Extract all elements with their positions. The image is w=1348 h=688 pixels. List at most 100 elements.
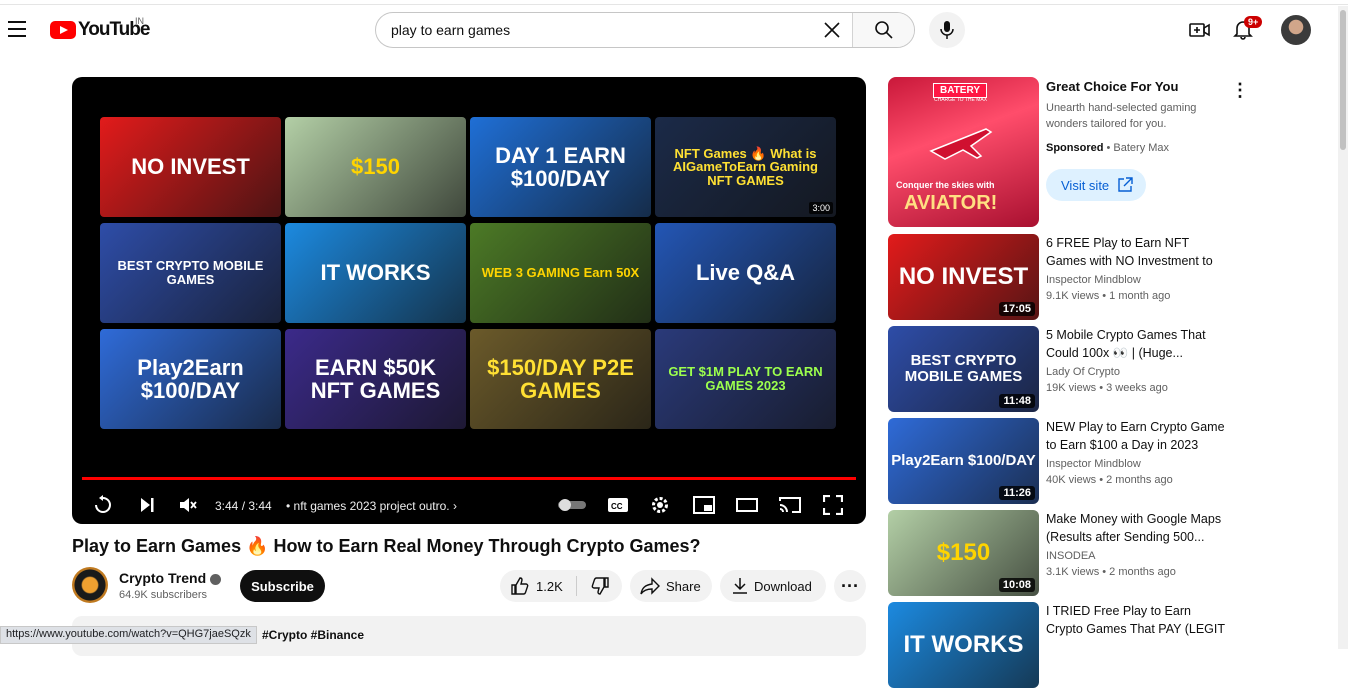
- ad-thumbnail[interactable]: BATERY CHARGE TO THE MAX Conquer the ski…: [888, 77, 1039, 227]
- share-button[interactable]: Share: [630, 570, 712, 602]
- airplane-icon: [929, 128, 993, 160]
- progress-bar[interactable]: [82, 477, 856, 480]
- endscreen-video-tile[interactable]: Live Q&A: [655, 223, 836, 323]
- recommended-title[interactable]: 6 FREE Play to Earn NFT Games with NO In…: [1046, 234, 1231, 270]
- like-count: 1.2K: [536, 578, 563, 594]
- download-button[interactable]: Download: [720, 570, 826, 602]
- settings-button[interactable]: [648, 493, 672, 517]
- scrollbar-thumb[interactable]: [1340, 10, 1346, 150]
- miniplayer-icon: [693, 496, 715, 514]
- endscreen-tile-text: Live Q&A: [695, 260, 796, 286]
- notification-count-badge: 9+: [1244, 16, 1263, 28]
- ad-tagline: CHARGE TO THE MAX: [934, 97, 988, 103]
- endscreen-tile-text: EARN $50K NFT GAMES: [310, 354, 441, 403]
- channel-avatar[interactable]: [72, 567, 108, 603]
- player-controls: 3:44 / 3:44 • nft games 2023 project out…: [72, 485, 866, 524]
- recommended-thumbnail[interactable]: $150 10:08: [888, 510, 1039, 596]
- captions-button[interactable]: CC: [606, 493, 630, 517]
- subscribe-button[interactable]: Subscribe: [240, 570, 325, 602]
- fullscreen-button[interactable]: [821, 493, 845, 517]
- thumbnail-text: IT WORKS: [903, 631, 1024, 659]
- youtube-play-icon: [50, 21, 76, 39]
- endscreen-video-tile[interactable]: EARN $50K NFT GAMES: [285, 329, 466, 429]
- endscreen-video-tile[interactable]: IT WORKS: [285, 223, 466, 323]
- microphone-icon: [940, 21, 954, 39]
- description-hashtags[interactable]: #Crypto #Binance: [262, 628, 364, 642]
- recommended-thumbnail[interactable]: NO INVEST 17:05: [888, 234, 1039, 320]
- clear-search-icon[interactable]: [812, 13, 852, 47]
- replay-button[interactable]: [91, 493, 115, 517]
- dislike-button[interactable]: [577, 576, 622, 596]
- ad-title[interactable]: Great Choice For You: [1046, 79, 1236, 94]
- recommended-video[interactable]: BEST CRYPTO MOBILE GAMES 11:48 5 Mobile Cr…: [888, 326, 1238, 412]
- replay-icon: [95, 495, 111, 513]
- thumbnail-text: BEST CRYPTO MOBILE GAMES: [904, 352, 1023, 385]
- advertiser-name: Batery Max: [1113, 141, 1170, 154]
- time-display: 3:44 / 3:44: [215, 499, 272, 513]
- download-icon: [733, 578, 747, 594]
- search-button[interactable]: [852, 13, 914, 47]
- search-box: [375, 12, 915, 48]
- more-actions-button[interactable]: ···: [834, 570, 866, 602]
- ad-headline: AVIATOR!: [904, 192, 998, 214]
- like-dislike-group: 1.2K: [500, 570, 622, 602]
- recommended-thumbnail[interactable]: IT WORKS: [888, 602, 1039, 688]
- external-link-icon: [1118, 177, 1133, 192]
- recommended-channel[interactable]: Inspector Mindblow: [1046, 274, 1231, 286]
- recommended-video[interactable]: NO INVEST 17:05 6 FREE Play to Earn NFT Ga…: [888, 234, 1238, 320]
- chevron-right-icon: ›: [452, 499, 457, 513]
- endscreen-video-tile[interactable]: WEB 3 GAMING Earn 50X: [470, 223, 651, 323]
- visit-site-button[interactable]: Visit site: [1046, 169, 1146, 201]
- recommended-meta: 9.1K views • 1 month ago: [1046, 290, 1171, 302]
- recommended-video[interactable]: Play2Earn $100/DAY 11:26 NEW Play to Earn …: [888, 418, 1238, 504]
- autoplay-toggle[interactable]: [556, 493, 588, 517]
- endscreen-tile-duration: 3:00: [809, 202, 833, 214]
- recommended-title[interactable]: Make Money with Google Maps (Results aft…: [1046, 510, 1231, 546]
- recommended-video[interactable]: $150 10:08 Make Money with Google Maps (Re…: [888, 510, 1238, 596]
- recommended-title[interactable]: NEW Play to Earn Crypto Game to Earn $10…: [1046, 418, 1231, 454]
- endscreen-video-tile[interactable]: DAY 1 EARN $100/DAY: [470, 117, 651, 217]
- endscreen-video-tile[interactable]: NO INVEST: [100, 117, 281, 217]
- voice-search-button[interactable]: [929, 12, 965, 48]
- video-duration: 11:48: [999, 394, 1035, 408]
- endscreen-tile-text: NFT Games 🔥 What is AIGameToEarn Gaming …: [673, 145, 818, 188]
- share-icon: [640, 577, 660, 595]
- recommended-thumbnail[interactable]: Play2Earn $100/DAY 11:26: [888, 418, 1039, 504]
- endscreen-video-tile[interactable]: BEST CRYPTO MOBILE GAMES: [100, 223, 281, 323]
- ad-brand-logo: BATERY: [933, 83, 987, 98]
- endscreen-video-tile[interactable]: $150: [285, 117, 466, 217]
- menu-icon[interactable]: [8, 21, 26, 37]
- ad-caption: Conquer the skies with: [896, 180, 995, 190]
- thumbs-down-icon: [591, 577, 609, 595]
- channel-name-row[interactable]: Crypto Trend: [119, 570, 222, 586]
- recommended-title[interactable]: 5 Mobile Crypto Games That Could 100x 👀 …: [1046, 326, 1231, 362]
- next-button[interactable]: [135, 493, 159, 517]
- search-input[interactable]: [376, 13, 812, 47]
- endscreen-video-tile[interactable]: GET $1M PLAY TO EARN GAMES 2023: [655, 329, 836, 429]
- create-video-button[interactable]: [1188, 18, 1212, 42]
- theater-mode-button[interactable]: [735, 493, 759, 517]
- miniplayer-button[interactable]: [692, 493, 716, 517]
- recommended-channel[interactable]: Lady Of Crypto: [1046, 366, 1231, 378]
- mute-button[interactable]: [176, 493, 200, 517]
- endscreen-video-tile[interactable]: Play2Earn $100/DAY: [100, 329, 281, 429]
- recommended-channel[interactable]: Inspector Mindblow: [1046, 458, 1231, 470]
- ad-menu-icon[interactable]: ⋮: [1231, 80, 1249, 101]
- status-bar-url: https://www.youtube.com/watch?v=QHG7jaeS…: [0, 626, 257, 644]
- volume-muted-icon: [180, 498, 197, 512]
- like-button[interactable]: 1.2K: [500, 576, 577, 596]
- video-player[interactable]: NO INVEST $150 DAY 1 EARN $100/DAY NFT Game…: [72, 77, 866, 524]
- recommended-channel[interactable]: INSODEA: [1046, 550, 1231, 562]
- recommended-info: 6 FREE Play to Earn NFT Games with NO In…: [1046, 234, 1231, 302]
- recommended-title[interactable]: I TRIED Free Play to Earn Crypto Games T…: [1046, 602, 1231, 638]
- recommended-thumbnail[interactable]: BEST CRYPTO MOBILE GAMES 11:48: [888, 326, 1039, 412]
- upload-age: 2 months ago: [1106, 474, 1173, 486]
- ad-info: Great Choice For You Unearth hand-select…: [1046, 77, 1236, 154]
- endscreen-video-tile[interactable]: NFT Games 🔥 What is AIGameToEarn Gaming …: [655, 117, 836, 217]
- endscreen-video-tile[interactable]: $150/DAY P2E GAMES: [470, 329, 651, 429]
- account-avatar[interactable]: [1281, 15, 1311, 45]
- chapter-label: • nft games 2023 project outro.: [286, 499, 450, 513]
- recommended-video[interactable]: IT WORKS I TRIED Free Play to Earn Crypto…: [888, 602, 1238, 688]
- chapter-title[interactable]: • nft games 2023 project outro. ›: [286, 499, 457, 513]
- cast-button[interactable]: [778, 493, 802, 517]
